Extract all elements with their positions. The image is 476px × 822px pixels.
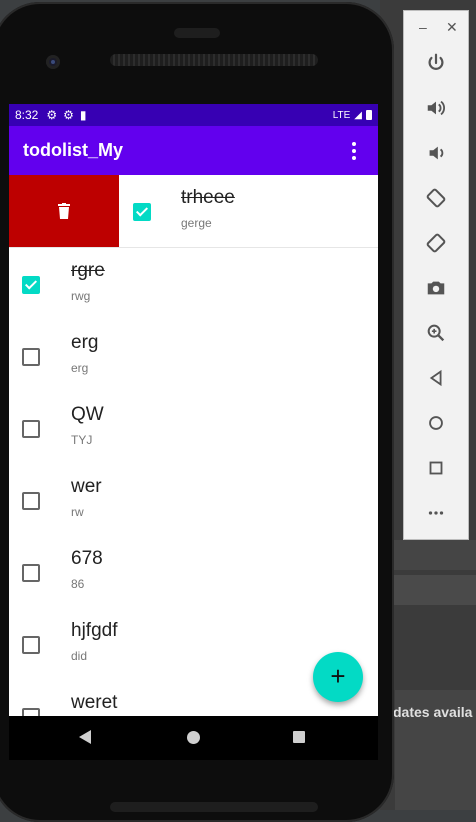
- todo-checkbox[interactable]: [22, 636, 40, 654]
- ide-panel-strip: [380, 575, 476, 605]
- todo-item[interactable]: wer rw: [9, 464, 378, 536]
- minimize-icon[interactable]: –: [419, 19, 427, 35]
- trash-icon[interactable]: [57, 203, 71, 219]
- add-todo-button[interactable]: +: [313, 652, 363, 702]
- todo-item[interactable]: rgre rwg: [9, 248, 378, 320]
- nav-back-icon[interactable]: [79, 730, 91, 744]
- todo-title: hjfgdf: [71, 620, 118, 641]
- home-icon[interactable]: [422, 409, 450, 437]
- power-icon[interactable]: [422, 49, 450, 77]
- rotate-right-icon[interactable]: [422, 229, 450, 257]
- todo-checkbox[interactable]: [22, 708, 40, 716]
- todo-subtitle: erg: [71, 361, 89, 375]
- todo-title: 678: [71, 548, 103, 569]
- todo-checkbox[interactable]: [133, 203, 151, 221]
- todo-subtitle: gerge: [181, 216, 212, 230]
- volume-down-icon[interactable]: [422, 139, 450, 167]
- volume-up-icon[interactable]: [422, 94, 450, 122]
- ide-notification-text[interactable]: dates availa: [393, 704, 476, 720]
- more-icon[interactable]: [422, 499, 450, 527]
- app-title: todolist_My: [23, 140, 124, 160]
- todo-item[interactable]: erg erg: [9, 320, 378, 392]
- settings-gear-icon: ⚙: [63, 108, 74, 122]
- todo-item[interactable]: QW TYJ: [9, 392, 378, 464]
- ide-panel-strip: [380, 540, 476, 570]
- device-screen: 8:32 ⚙ ⚙ ▮ LTE ◢ todolist_My trheee gerg…: [9, 104, 378, 716]
- status-indicators: LTE ◢: [333, 110, 372, 121]
- status-bar: 8:32 ⚙ ⚙ ▮ LTE ◢: [9, 104, 378, 126]
- todo-checkbox[interactable]: [22, 348, 40, 366]
- todo-subtitle: did: [71, 649, 88, 663]
- todo-subtitle: rwg: [71, 289, 91, 303]
- signal-icon: ◢: [354, 109, 362, 121]
- todo-checkbox[interactable]: [22, 420, 40, 438]
- todo-list[interactable]: trheee gerge rgre rwg erg erg QW TYJ wer rw 678 8…: [9, 175, 378, 716]
- app-bar: todolist_My: [9, 126, 378, 175]
- emulator-toolbar: – ✕: [403, 10, 469, 540]
- todo-subtitle: rw: [71, 505, 84, 519]
- todo-title: erg: [71, 332, 99, 353]
- todo-item[interactable]: 678 86: [9, 536, 378, 608]
- nav-overview-icon[interactable]: [293, 731, 305, 743]
- phone-sensor: [174, 28, 220, 38]
- todo-title: QW: [71, 404, 104, 425]
- todo-item-content[interactable]: trheee gerge: [119, 175, 378, 247]
- close-icon[interactable]: ✕: [446, 19, 458, 36]
- overflow-menu-icon[interactable]: [344, 141, 364, 160]
- navigation-bar: [9, 716, 378, 760]
- todo-checkbox[interactable]: [22, 276, 40, 294]
- zoom-icon[interactable]: [422, 319, 450, 347]
- overview-icon[interactable]: [422, 454, 450, 482]
- battery-icon: [366, 110, 372, 120]
- todo-title: trheee: [181, 187, 235, 208]
- earpiece-speaker: [110, 54, 318, 66]
- front-camera: [46, 55, 60, 69]
- sd-card-icon: ▮: [79, 108, 87, 122]
- rotate-left-icon[interactable]: [422, 184, 450, 212]
- delete-swipe-background[interactable]: [9, 175, 119, 247]
- todo-subtitle: 86: [71, 577, 85, 591]
- todo-subtitle: TYJ: [71, 433, 93, 447]
- todo-title: rgre: [71, 260, 105, 281]
- back-icon[interactable]: [422, 364, 450, 392]
- todo-item-swiped[interactable]: trheee gerge: [9, 175, 378, 248]
- settings-gear-icon: ⚙: [46, 108, 58, 122]
- nav-home-icon[interactable]: [187, 731, 200, 744]
- todo-title: wer: [71, 476, 102, 497]
- todo-checkbox[interactable]: [22, 564, 40, 582]
- todo-title: weret: [71, 692, 118, 713]
- todo-checkbox[interactable]: [22, 492, 40, 510]
- bottom-speaker: [110, 802, 318, 812]
- status-time: 8:32: [15, 108, 39, 122]
- network-type: LTE: [332, 109, 351, 121]
- camera-icon[interactable]: [422, 274, 450, 302]
